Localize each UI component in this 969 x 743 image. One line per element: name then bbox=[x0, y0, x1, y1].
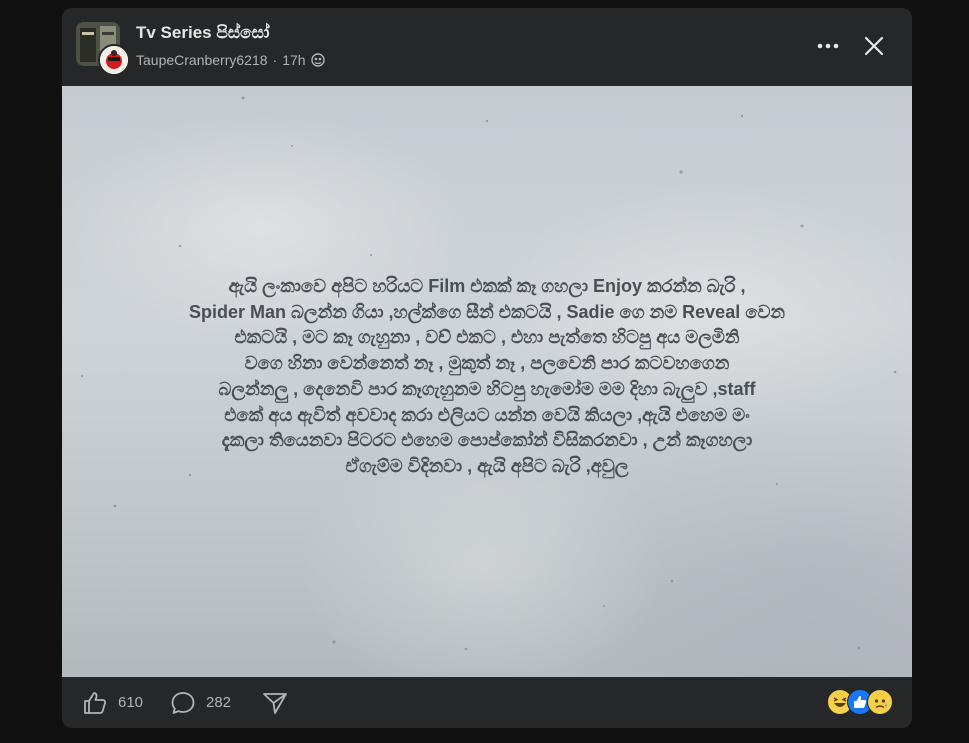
more-horizontal-icon bbox=[817, 43, 839, 49]
group-name[interactable]: Tv Series පිස්සෝ bbox=[136, 23, 269, 43]
like-button[interactable]: 610 bbox=[82, 677, 143, 728]
comment-count: 282 bbox=[206, 694, 232, 711]
post-header: Tv Series පිස්සෝ TaupeCranberry6218 · 17… bbox=[62, 8, 912, 86]
post-image[interactable]: ඇයි ලංකාවෙ අපිට හරියට Film එකක් කෑ ගහලා … bbox=[62, 86, 912, 677]
avatar-group[interactable] bbox=[76, 22, 130, 76]
meta-separator: · bbox=[272, 52, 278, 68]
user-avatar[interactable] bbox=[98, 44, 130, 76]
more-options-button[interactable] bbox=[814, 34, 842, 58]
post-footer: 610 282 bbox=[62, 677, 912, 728]
post-image-text: ඇයි ලංකාවෙ අපිට හරියට Film එකක් කෑ ගහලා … bbox=[188, 276, 786, 476]
close-icon bbox=[864, 36, 884, 56]
share-icon bbox=[263, 692, 287, 714]
comment-icon bbox=[171, 691, 195, 714]
comment-button[interactable]: 282 bbox=[170, 677, 231, 728]
like-count: 610 bbox=[118, 694, 144, 711]
reactions-summary[interactable] bbox=[827, 689, 897, 715]
globe-icon bbox=[310, 53, 325, 67]
post-time[interactable]: 17h bbox=[282, 52, 305, 68]
author-name[interactable]: TaupeCranberry6218 bbox=[136, 52, 268, 68]
thumbs-up-icon bbox=[84, 691, 107, 714]
sad-reaction-icon bbox=[867, 689, 893, 715]
close-button[interactable] bbox=[860, 32, 888, 60]
share-button[interactable] bbox=[261, 677, 289, 728]
post-meta: TaupeCranberry6218 · 17h bbox=[136, 52, 325, 68]
post-card: Tv Series පිස්සෝ TaupeCranberry6218 · 17… bbox=[62, 8, 912, 728]
